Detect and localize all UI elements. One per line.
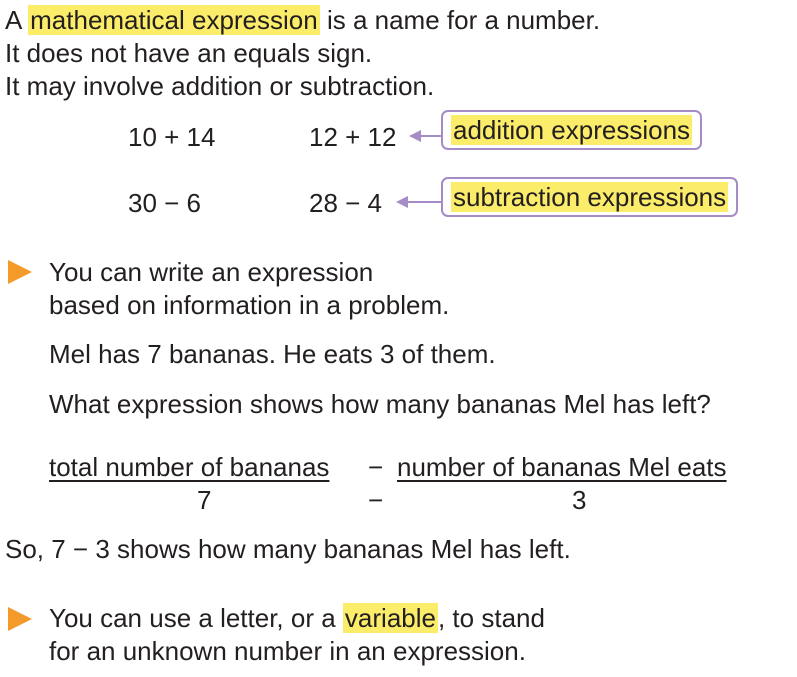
bullet-triangle-icon	[8, 607, 32, 631]
intro-text: is a name for a number.	[319, 5, 601, 35]
section1-line-2: based on information in a problem.	[49, 290, 450, 320]
addition-expressions-label: addition expressions	[441, 110, 703, 150]
section2-line-2: for an unknown number in an expression.	[49, 636, 526, 666]
number-expression-operator: −	[368, 485, 384, 515]
highlight-term-variable: variable	[342, 603, 438, 633]
subtraction-example-2: 28 − 4	[309, 188, 383, 218]
addition-expressions-text: addition expressions	[451, 115, 693, 145]
subtraction-example-1: 30 − 6	[128, 188, 202, 218]
arrow-left-icon	[396, 196, 442, 208]
addition-example-1: 10 + 14	[128, 122, 216, 152]
bullet-triangle-icon	[8, 260, 32, 284]
problem-statement: Mel has 7 bananas. He eats 3 of them.	[49, 339, 496, 369]
section1-line-1: You can write an expression	[49, 257, 374, 287]
word-expression-operator: −	[368, 452, 384, 482]
addition-example-2: 12 + 12	[309, 122, 397, 152]
word-expression-right: number of bananas Mel eats	[397, 452, 727, 482]
section2-text: You can use a letter, or a	[49, 603, 343, 633]
subtraction-expressions-label: subtraction expressions	[441, 177, 739, 217]
arrow-left-icon	[409, 130, 443, 142]
intro-line-2: It does not have an equals sign.	[5, 38, 373, 68]
section2-line-1: You can use a letter, or a variable, to …	[49, 602, 545, 634]
problem-question: What expression shows how many bananas M…	[49, 389, 711, 419]
intro-text: A	[5, 5, 29, 35]
intro-line-1: A mathematical expression is a name for …	[5, 4, 600, 36]
subtraction-expressions-text: subtraction expressions	[451, 182, 729, 212]
conclusion: So, 7 − 3 shows how many bananas Mel has…	[5, 534, 571, 564]
intro-line-3: It may involve addition or subtraction.	[5, 71, 435, 101]
number-expression-right: 3	[572, 485, 587, 515]
highlight-term-mathematical-expression: mathematical expression	[28, 5, 320, 35]
section2-text: , to stand	[437, 603, 545, 633]
word-expression-left: total number of bananas	[49, 452, 330, 482]
number-expression-left: 7	[197, 485, 212, 515]
